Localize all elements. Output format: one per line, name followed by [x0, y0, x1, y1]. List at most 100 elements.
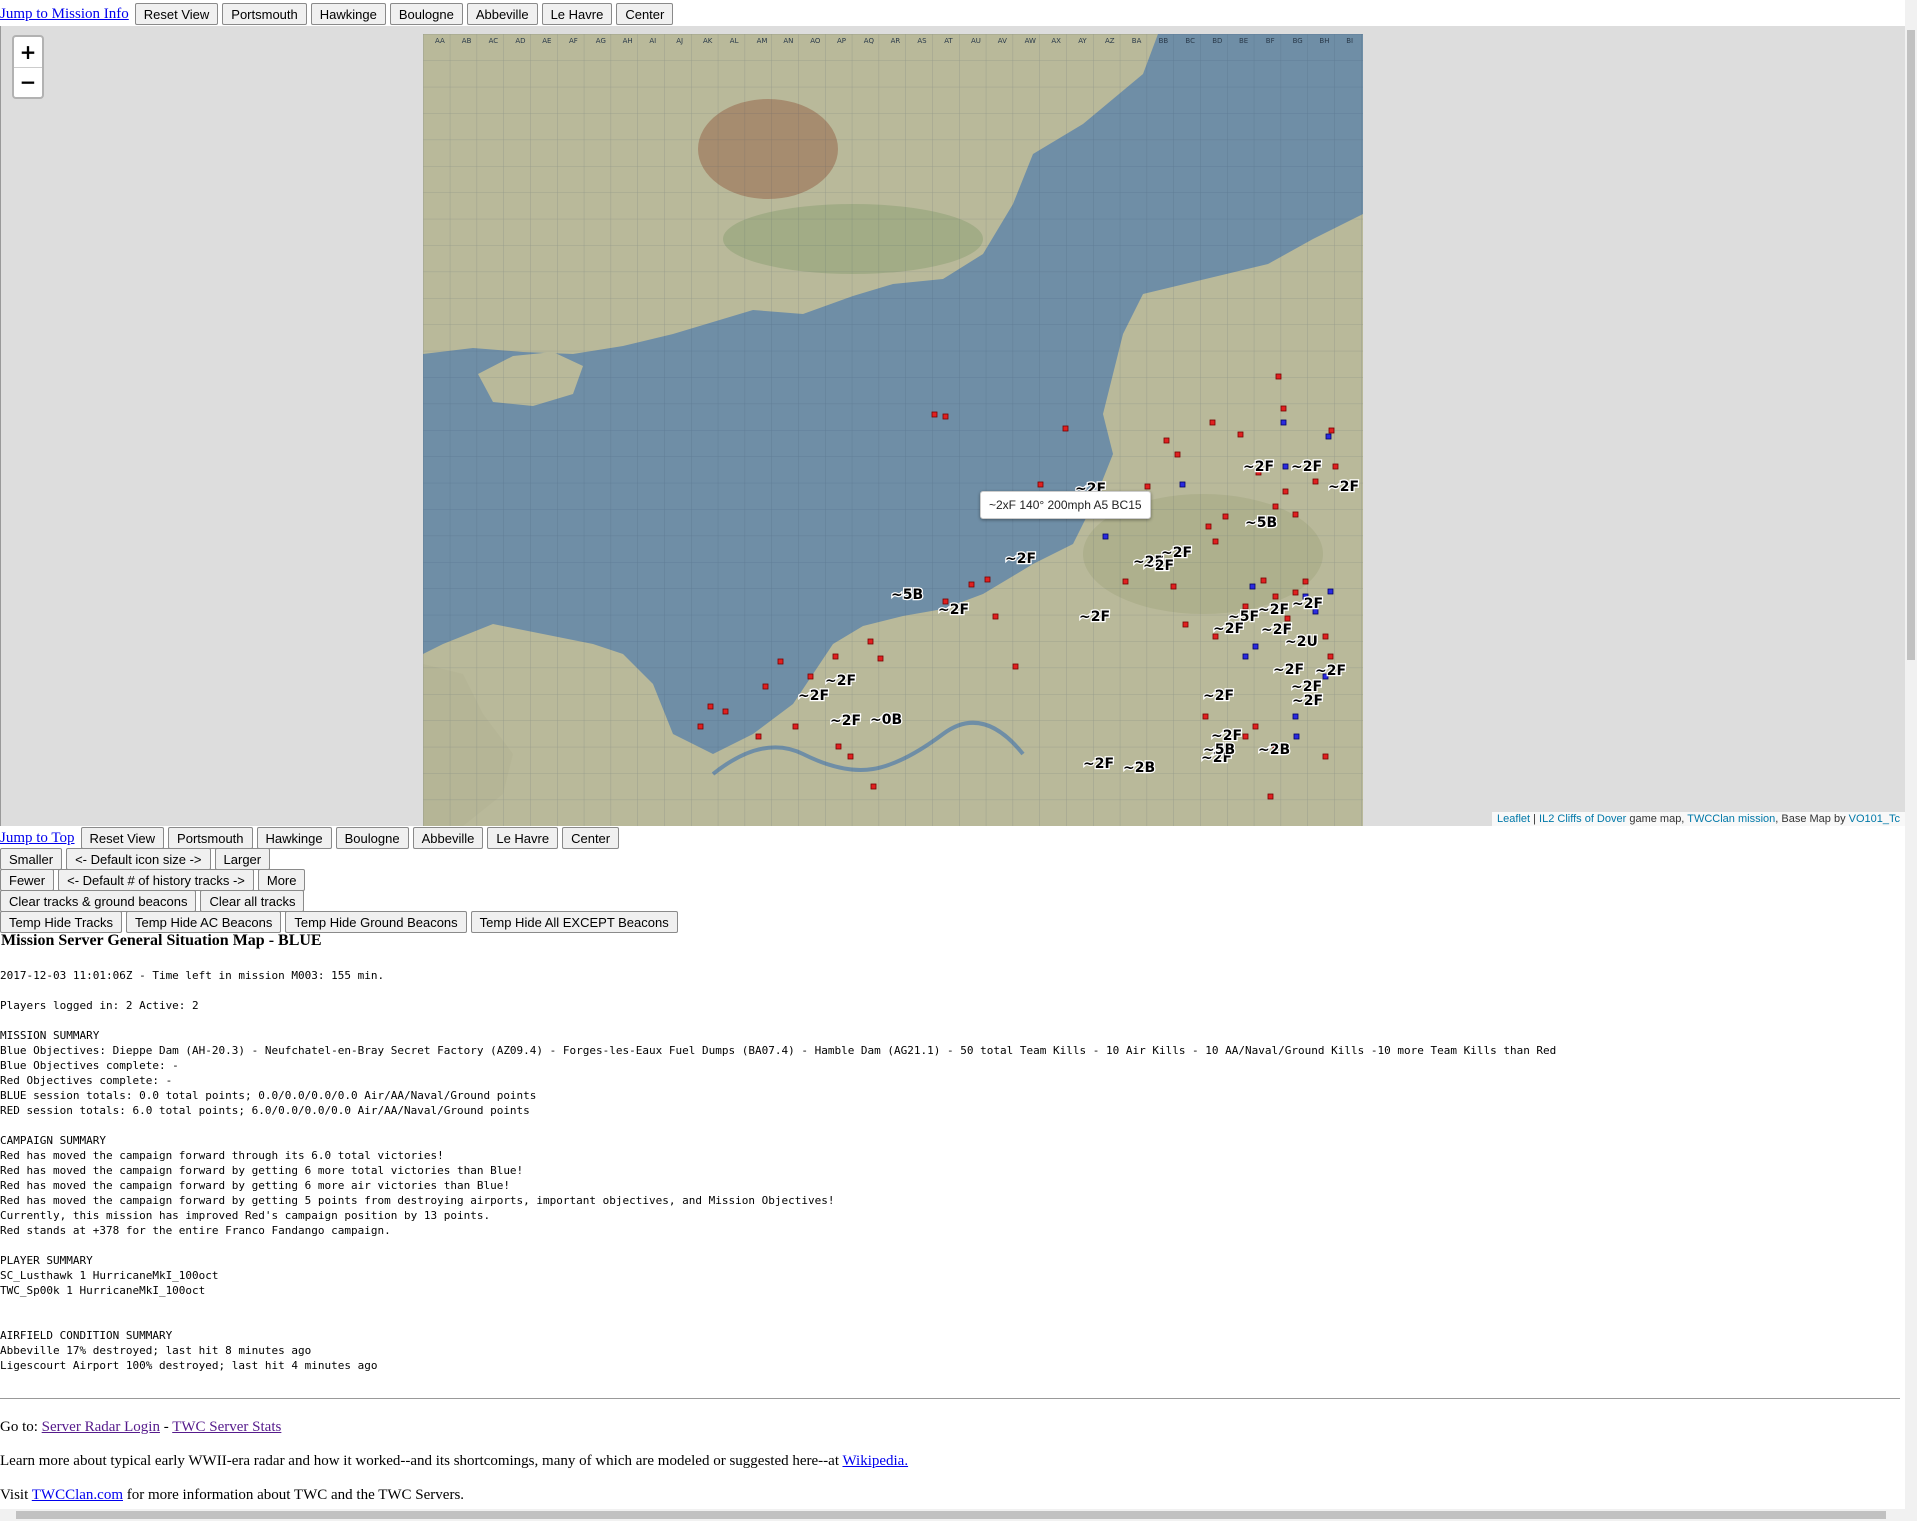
- blue-beacon-marker[interactable]: [1249, 583, 1256, 590]
- red-beacon-marker[interactable]: [1062, 425, 1069, 432]
- contact-label[interactable]: ~5B: [890, 586, 925, 605]
- temp-hide-ac-beacons-button[interactable]: Temp Hide AC Beacons: [126, 911, 282, 933]
- twc-mission-link[interactable]: TWCClan mission: [1687, 813, 1775, 825]
- red-beacon-marker[interactable]: [1280, 405, 1287, 412]
- red-beacon-marker[interactable]: [1237, 431, 1244, 438]
- portsmouth-button-2[interactable]: Portsmouth: [168, 827, 253, 849]
- server-radar-login-link[interactable]: Server Radar Login: [42, 1419, 160, 1435]
- blue-beacon-marker[interactable]: [1293, 733, 1300, 740]
- red-beacon-marker[interactable]: [1182, 621, 1189, 628]
- horizontal-scroll-thumb[interactable]: [16, 1511, 1886, 1519]
- map-container[interactable]: ~2F ~2F ~2F ~2F ~5B ~2F ~2F ~2F ~2F ~5B ~2F ~2F ~2F ~…: [0, 26, 1905, 826]
- contact-label[interactable]: ~2F: [1327, 478, 1361, 497]
- temp-hide-ground-beacons-button[interactable]: Temp Hide Ground Beacons: [285, 911, 467, 933]
- reset-view-button-2[interactable]: Reset View: [80, 827, 165, 849]
- red-beacon-marker[interactable]: [968, 581, 975, 588]
- default-icon-size-button[interactable]: <- Default icon size ->: [66, 848, 211, 870]
- twc-server-stats-link[interactable]: TWC Server Stats: [172, 1419, 281, 1435]
- red-beacon-marker[interactable]: [1202, 713, 1209, 720]
- wikipedia-link[interactable]: Wikipedia.: [842, 1453, 908, 1469]
- red-beacon-marker[interactable]: [1209, 419, 1216, 426]
- hawkinge-button-2[interactable]: Hawkinge: [256, 827, 332, 849]
- red-beacon-marker[interactable]: [1174, 451, 1181, 458]
- red-beacon-marker[interactable]: [1292, 589, 1299, 596]
- contact-label[interactable]: ~2F: [797, 687, 831, 706]
- blue-beacon-marker[interactable]: [1282, 463, 1289, 470]
- contact-label[interactable]: ~2B: [1122, 759, 1157, 778]
- zoom-out-button[interactable]: −: [14, 68, 42, 98]
- red-beacon-marker[interactable]: [1222, 513, 1229, 520]
- red-beacon-marker[interactable]: [1292, 511, 1299, 518]
- blue-beacon-marker[interactable]: [1102, 533, 1109, 540]
- larger-button[interactable]: Larger: [214, 848, 271, 870]
- blue-beacon-marker[interactable]: [1179, 481, 1186, 488]
- contact-label[interactable]: ~2F: [824, 672, 858, 691]
- red-beacon-marker[interactable]: [1122, 578, 1129, 585]
- red-beacon-marker[interactable]: [1282, 488, 1289, 495]
- blue-beacon-marker[interactable]: [1280, 419, 1287, 426]
- contact-label[interactable]: ~2F: [1314, 662, 1348, 681]
- il2-link[interactable]: IL2 Cliffs of Dover: [1539, 813, 1626, 825]
- portsmouth-button[interactable]: Portsmouth: [222, 3, 307, 25]
- contact-label[interactable]: ~2F: [1082, 755, 1116, 774]
- fewer-button[interactable]: Fewer: [0, 869, 55, 891]
- red-beacon-marker[interactable]: [1322, 753, 1329, 760]
- blue-beacon-marker[interactable]: [1242, 653, 1249, 660]
- contact-label[interactable]: ~5F: [1227, 608, 1261, 627]
- red-beacon-marker[interactable]: [835, 743, 842, 750]
- contact-label[interactable]: ~2F: [937, 601, 971, 620]
- red-beacon-marker[interactable]: [1275, 373, 1282, 380]
- red-beacon-marker[interactable]: [1267, 793, 1274, 800]
- contact-label[interactable]: ~2F: [829, 712, 863, 731]
- twcclan-link[interactable]: TWCClan.com: [32, 1487, 123, 1503]
- temp-hide-tracks-button[interactable]: Temp Hide Tracks: [0, 911, 123, 933]
- le-havre-button-2[interactable]: Le Havre: [487, 827, 559, 849]
- red-beacon-marker[interactable]: [777, 658, 784, 665]
- contact-label[interactable]: ~2F: [1291, 595, 1325, 614]
- contact-label[interactable]: ~2F: [1272, 661, 1306, 680]
- red-beacon-marker[interactable]: [762, 683, 769, 690]
- red-beacon-marker[interactable]: [807, 673, 814, 680]
- red-beacon-marker[interactable]: [942, 413, 949, 420]
- red-beacon-marker[interactable]: [931, 411, 938, 418]
- contact-label[interactable]: ~5B: [1202, 741, 1237, 760]
- hawkinge-button[interactable]: Hawkinge: [310, 3, 386, 25]
- red-beacon-marker[interactable]: [1332, 463, 1339, 470]
- red-beacon-marker[interactable]: [870, 783, 877, 790]
- red-beacon-marker[interactable]: [1260, 577, 1267, 584]
- red-beacon-marker[interactable]: [1312, 478, 1319, 485]
- blue-beacon-marker[interactable]: [1325, 433, 1332, 440]
- red-beacon-marker[interactable]: [697, 723, 704, 730]
- clear-tracks-beacons-button[interactable]: Clear tracks & ground beacons: [0, 890, 197, 912]
- abbeville-button-2[interactable]: Abbeville: [412, 827, 484, 849]
- red-beacon-marker[interactable]: [1327, 653, 1334, 660]
- contact-label[interactable]: ~2U: [1284, 633, 1319, 652]
- blue-beacon-marker[interactable]: [1327, 588, 1334, 595]
- zoom-in-button[interactable]: +: [14, 37, 42, 68]
- map-tile[interactable]: ~2F ~2F ~2F ~2F ~5B ~2F ~2F ~2F ~2F ~5B ~2F ~2F ~2F ~…: [423, 34, 1363, 826]
- red-beacon-marker[interactable]: [1328, 427, 1335, 434]
- red-beacon-marker[interactable]: [1272, 503, 1279, 510]
- more-button[interactable]: More: [257, 869, 306, 891]
- red-beacon-marker[interactable]: [1163, 437, 1170, 444]
- red-beacon-marker[interactable]: [1242, 733, 1249, 740]
- contact-label[interactable]: ~2F: [1291, 692, 1325, 711]
- temp-hide-all-except-beacons-button[interactable]: Temp Hide All EXCEPT Beacons: [470, 911, 678, 933]
- red-beacon-marker[interactable]: [1170, 583, 1177, 590]
- contact-label[interactable]: ~2F: [1290, 458, 1324, 477]
- contact-label[interactable]: ~2F: [1242, 458, 1276, 477]
- horizontal-scrollbar[interactable]: [0, 1509, 1917, 1521]
- red-beacon-marker[interactable]: [1037, 481, 1044, 488]
- red-beacon-marker[interactable]: [792, 723, 799, 730]
- boulogne-button-2[interactable]: Boulogne: [335, 827, 409, 849]
- red-beacon-marker[interactable]: [832, 653, 839, 660]
- red-beacon-marker[interactable]: [1012, 663, 1019, 670]
- red-beacon-marker[interactable]: [1212, 538, 1219, 545]
- leaflet-link[interactable]: Leaflet: [1497, 813, 1530, 825]
- blue-beacon-marker[interactable]: [1252, 643, 1259, 650]
- red-beacon-marker[interactable]: [984, 576, 991, 583]
- red-beacon-marker[interactable]: [755, 733, 762, 740]
- red-beacon-marker[interactable]: [877, 655, 884, 662]
- jump-to-mission-info-link[interactable]: Jump to Mission Info: [0, 6, 129, 23]
- contact-label[interactable]: ~2F: [1257, 601, 1291, 620]
